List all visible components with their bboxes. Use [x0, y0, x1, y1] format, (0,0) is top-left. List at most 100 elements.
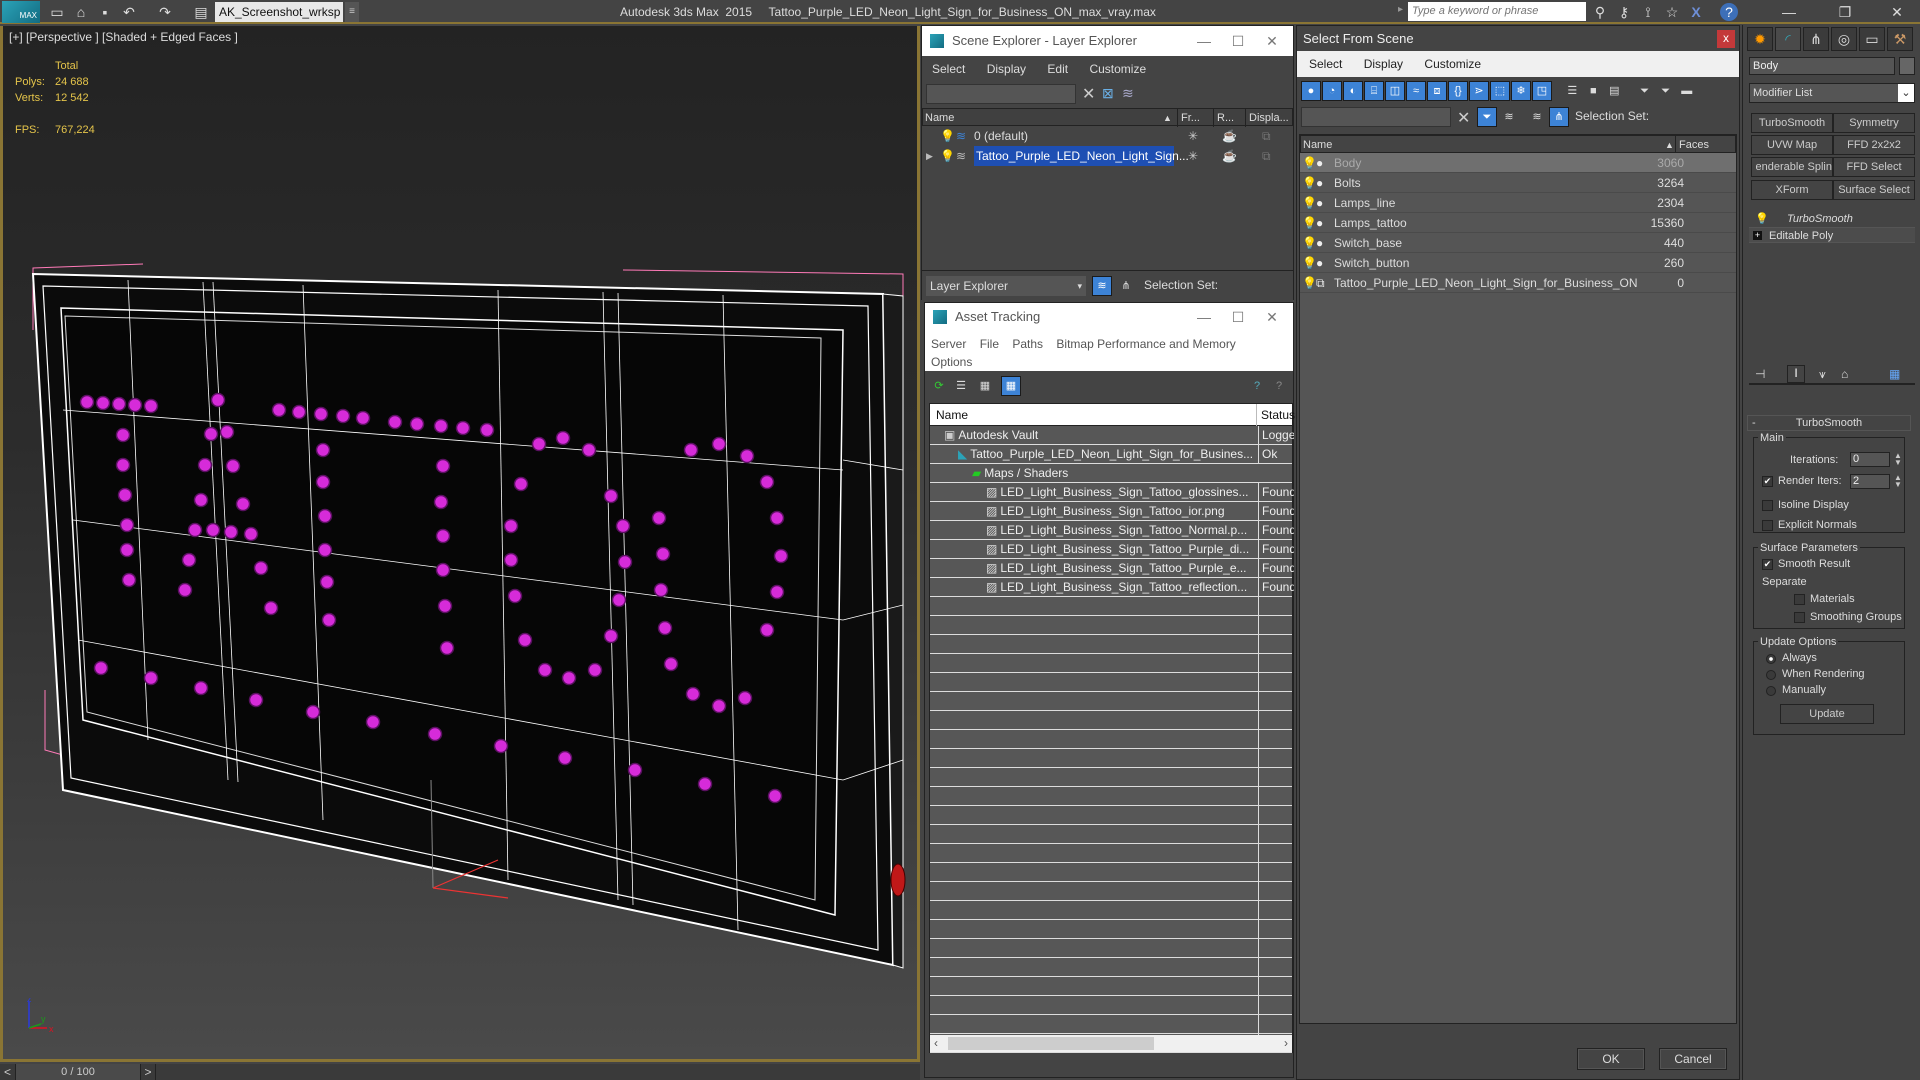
modify-tab-icon[interactable]: ◜	[1775, 27, 1801, 51]
object-row[interactable]: 💡 ● Bolts 3264	[1300, 173, 1736, 193]
object-color-swatch[interactable]	[1899, 57, 1915, 75]
menu-select[interactable]: Select	[932, 62, 965, 76]
object-name-input[interactable]	[1749, 57, 1895, 75]
frozen-filter-icon[interactable]: ❄	[1511, 81, 1531, 101]
display-box-icon[interactable]: ⧉	[1262, 146, 1271, 166]
show-end-result-icon[interactable]: I	[1787, 365, 1805, 383]
menu-customize[interactable]: Customize	[1089, 62, 1146, 76]
maximize-button[interactable]: ☐	[1223, 26, 1253, 56]
light-bulb-icon[interactable]: 💡	[1302, 153, 1317, 173]
clear-search-icon[interactable]: ✕	[1457, 108, 1470, 128]
table-view-icon[interactable]: ▦	[1001, 376, 1021, 396]
turbosmooth-rollout-header[interactable]: - TurboSmooth	[1747, 415, 1911, 431]
asset-row[interactable]: ◣ Tattoo_Purple_LED_Neon_Light_Sign_for_B…	[930, 445, 1292, 464]
asset-row[interactable]: ▰ Maps / Shaders	[930, 464, 1292, 483]
motion-tab-icon[interactable]: ◎	[1831, 27, 1857, 51]
freeze-icon[interactable]: ✳	[1188, 126, 1198, 146]
isoline-display-checkbox[interactable]	[1762, 500, 1773, 511]
list-view-icon[interactable]: ☰	[951, 376, 971, 396]
asset-row[interactable]: ▨ LED_Light_Business_Sign_Tattoo_Normal.p…	[930, 521, 1294, 540]
cancel-button[interactable]: Cancel	[1659, 1048, 1727, 1070]
modifier-xform-button[interactable]: XForm	[1751, 180, 1833, 200]
time-prev-button[interactable]: <	[0, 1064, 16, 1080]
close-button[interactable]: x	[1717, 30, 1735, 48]
lights-filter-icon[interactable]: ◐	[1343, 81, 1363, 101]
project-folder-icon[interactable]: ▤	[192, 3, 210, 21]
layers-icon[interactable]: ≋	[1499, 107, 1519, 127]
helpers-filter-icon[interactable]: ◫	[1385, 81, 1405, 101]
open-file-icon[interactable]: ⌂	[72, 3, 90, 21]
display-all-icon[interactable]: ☰	[1562, 81, 1582, 101]
clear-search-icon[interactable]: ✕	[1082, 84, 1095, 104]
create-tab-icon[interactable]: ✹	[1747, 27, 1773, 51]
app-menu-button[interactable]: MAX	[2, 1, 40, 23]
refresh-icon[interactable]: ⟳	[929, 376, 949, 396]
scroll-right-icon[interactable]: ›	[1284, 1036, 1288, 1050]
modifier-turbosmooth-button[interactable]: TurboSmooth	[1751, 113, 1833, 133]
menu-customize[interactable]: Customize	[1424, 57, 1481, 71]
satellite-icon[interactable]: ⟟	[1638, 2, 1658, 22]
modifier-ffd-button[interactable]: FFD 2x2x2	[1833, 135, 1915, 155]
expand-arrow-icon[interactable]: ▶	[926, 146, 933, 166]
x-icon[interactable]: X	[1686, 2, 1706, 22]
light-bulb-icon[interactable]: 💡	[1302, 253, 1317, 273]
spacewarps-filter-icon[interactable]: ≈	[1406, 81, 1426, 101]
object-row[interactable]: 💡 ⧉ Tattoo_Purple_LED_Neon_Light_Sign_for_…	[1300, 273, 1736, 293]
light-bulb-icon[interactable]: 💡	[940, 126, 955, 146]
bones-filter-icon[interactable]: ⋗	[1469, 81, 1489, 101]
workspace-dropdown[interactable]: AK_Screenshot_wrksp ▾	[215, 2, 343, 39]
binoculars-icon[interactable]: ⚲	[1590, 2, 1610, 22]
menu-edit[interactable]: Edit	[1047, 62, 1068, 76]
modifier-uvw-map-button[interactable]: UVW Map	[1751, 135, 1833, 155]
containers-filter-icon[interactable]: ⬚	[1490, 81, 1510, 101]
geometry-filter-icon[interactable]: ●	[1301, 81, 1321, 101]
minimize-button[interactable]: —	[1770, 0, 1808, 24]
minimize-button[interactable]: —	[1189, 303, 1219, 331]
explicit-normals-checkbox[interactable]	[1762, 520, 1773, 531]
undo-icon[interactable]: ↶	[120, 3, 138, 21]
render-teapot-icon[interactable]: ☕	[1222, 146, 1237, 166]
render-iters-spinner[interactable]: 2	[1850, 474, 1890, 489]
close-button[interactable]: ✕	[1257, 303, 1287, 331]
save-icon[interactable]: ▪	[96, 3, 114, 21]
display-box-icon[interactable]: ⧉	[1262, 126, 1271, 146]
col-faces[interactable]: Faces	[1675, 136, 1723, 154]
menu-display[interactable]: Display	[1364, 57, 1403, 71]
object-row[interactable]: 💡 ● Body 3060	[1300, 153, 1736, 173]
modifier-list-dropdown[interactable]: Modifier List ⌄	[1749, 83, 1915, 103]
asset-row[interactable]: ▨ LED_Light_Business_Sign_Tattoo_Purple_e…	[930, 559, 1294, 578]
layer-row[interactable]: 💡 ≋ 0 (default) ✳ ☕ ⧉	[922, 126, 1293, 146]
invert-display-icon[interactable]: ▤	[1604, 81, 1624, 101]
light-bulb-icon[interactable]: 💡	[1302, 213, 1317, 233]
object-row[interactable]: 💡 ● Lamps_line 2304	[1300, 193, 1736, 213]
minimize-button[interactable]: —	[1189, 26, 1219, 56]
close-button[interactable]: ✕	[1257, 26, 1287, 56]
scroll-thumb[interactable]	[948, 1037, 1154, 1050]
search-expand-icon[interactable]: ▸	[1398, 4, 1403, 15]
pin-stack-icon[interactable]: ⊣	[1755, 367, 1765, 381]
col-display[interactable]: Displa...	[1245, 109, 1293, 127]
freeze-icon[interactable]: ✳	[1188, 146, 1198, 166]
col-name[interactable]: Name	[936, 408, 968, 422]
light-bulb-icon[interactable]: 💡	[1302, 233, 1317, 253]
redo-icon[interactable]: ↷	[156, 3, 174, 21]
radio-always[interactable]	[1766, 654, 1776, 664]
object-row[interactable]: 💡 ● Switch_base 440	[1300, 233, 1736, 253]
menu-display[interactable]: Display	[987, 62, 1026, 76]
led-sign-model[interactable]	[3, 260, 917, 980]
asset-row[interactable]: ▨ LED_Light_Business_Sign_Tattoo_glossine…	[930, 483, 1294, 502]
help-disabled-icon[interactable]: ?	[1269, 376, 1289, 396]
help-icon[interactable]: ?	[1720, 3, 1738, 21]
viewport-label[interactable]: [+] [Perspective ] [Shaded + Edged Faces…	[9, 30, 238, 44]
layers-icon[interactable]: ≋	[1122, 85, 1134, 102]
modifier-surface-select-button[interactable]: Surface Select	[1833, 180, 1915, 200]
smoothing-groups-checkbox[interactable]	[1794, 612, 1805, 623]
stack-item-turbosmooth[interactable]: 💡 TurboSmooth	[1749, 211, 1915, 227]
col-freeze[interactable]: Fr...	[1177, 109, 1213, 127]
materials-checkbox[interactable]	[1794, 594, 1805, 605]
xrefs-filter-icon[interactable]: {}	[1448, 81, 1468, 101]
help-search-input[interactable]	[1408, 2, 1586, 21]
filter-options-icon[interactable]: ⏷	[1656, 81, 1676, 101]
iterations-spinner-arrows[interactable]: ▲ ▼	[1894, 452, 1902, 467]
stack-item-editable-poly[interactable]: + Editable Poly	[1749, 227, 1915, 243]
